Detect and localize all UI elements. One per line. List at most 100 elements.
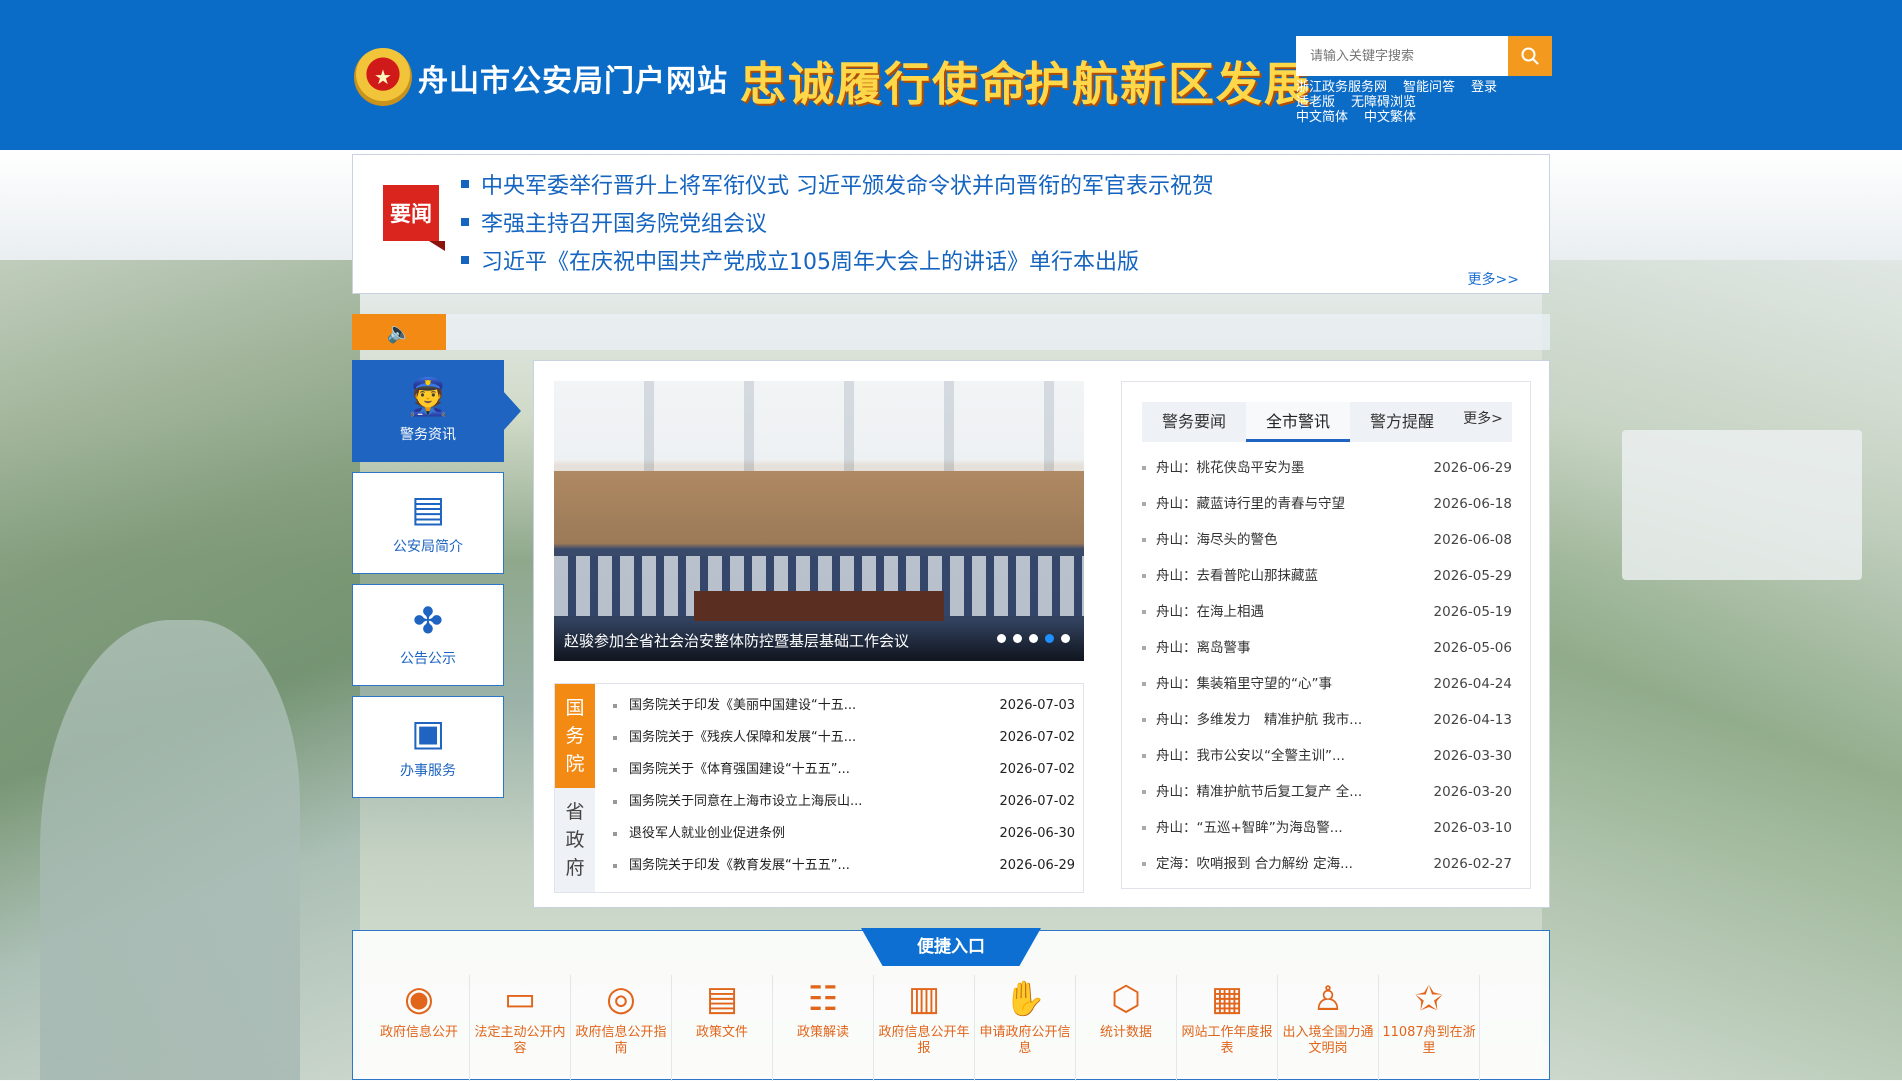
gov-document-row[interactable]: 国务院关于同意在上海市设立上海辰山... 2026-07-02 [611,786,1075,818]
police-news-row[interactable]: 舟山：集装箱里守望的“心”事 2026-04-24 [1142,666,1512,702]
police-news-title: 舟山：桃花侠岛平安为墨 [1142,450,1305,486]
police-news-date: 2026-02-27 [1433,856,1512,872]
police-news-more-link[interactable]: 更多> [1454,402,1512,442]
police-news-title: 舟山：“五巡+智眸”为海岛警... [1142,810,1343,846]
carousel-dot[interactable] [1013,634,1022,643]
headline-news-item[interactable]: 中央军委举行晋升上将军衔仪式 习近平颁发命令状并向晋衔的军官表示祝贺 [461,165,1214,203]
quick-access-item[interactable]: ▤ 政策文件 [672,975,773,1081]
quick-access-icon: ⬡ [1111,979,1141,1019]
headline-news: 要闻 中央军委举行晋升上将军衔仪式 习近平颁发命令状并向晋衔的军官表示祝贺 李强… [352,154,1550,294]
quick-access-icon: ▥ [907,979,941,1019]
search-input[interactable] [1296,36,1508,76]
police-news-date: 2026-04-24 [1433,676,1512,692]
background-building [1622,430,1862,580]
quick-access-label: 统计数据 [1099,1025,1152,1040]
police-news-list: 舟山：桃花侠岛平安为墨 2026-06-29 舟山：藏蓝诗行里的青春与守望 2026-… [1142,450,1512,882]
quick-access-item[interactable]: ☷ 政策解读 [773,975,874,1081]
link-login[interactable]: 登录 [1471,80,1497,95]
gov-documents-box: 国务院 省政府 国务院关于印发《美丽中国建设“十五... 2026-07-03 国务… [554,683,1084,893]
police-news-date: 2026-06-18 [1433,496,1512,512]
quick-access-item[interactable]: ▭ 法定主动公开内容 [470,975,571,1081]
tab-police-alerts[interactable]: 警方提醒 [1350,402,1454,442]
sidebar-item-label: 办事服务 [400,763,456,779]
gov-document-row[interactable]: 国务院关于印发《美丽中国建设“十五... 2026-07-03 [611,690,1075,722]
slogan-right: 护航新区发展 [1024,57,1312,111]
quick-access-label: 政府信息公开年报 [878,1025,970,1056]
sidebar-item-label: 公告公示 [400,651,456,667]
sidebar-item-announcements[interactable]: ✤ 公告公示 [352,584,504,686]
police-officer-icon: 👮 [405,377,451,418]
quick-access-label: 政策文件 [695,1025,748,1040]
tab-city-police-news[interactable]: 全市警讯 [1246,402,1350,442]
carousel-dot[interactable] [997,634,1006,643]
tab-police-headlines[interactable]: 警务要闻 [1142,402,1246,442]
quick-access-item[interactable]: ✩ 11087舟到在浙里 [1379,975,1480,1081]
quick-access-icon: ✩ [1414,979,1444,1019]
gov-document-title: 国务院关于《残疾人保障和发展“十五... [611,722,856,754]
link-elderly-version[interactable]: 适老版 [1296,95,1335,110]
tab-label-char: 省 [565,801,585,823]
link-simplified-chinese[interactable]: 中文简体 [1296,110,1348,125]
quick-access-label: 11087舟到在浙里 [1382,1025,1476,1056]
tab-provincial-government[interactable]: 省政府 [555,788,595,892]
site-header: ★ 舟山市公安局门户网站 忠诚履行使命 护航新区发展 浙江政务服务网 智能问答 登录… [0,0,1902,150]
site-title[interactable]: 舟山市公安局门户网站 [418,56,728,100]
gov-document-row[interactable]: 国务院关于《体育强国建设“十五五”... 2026-07-02 [611,754,1075,786]
police-news-row[interactable]: 舟山：在海上相遇 2026-05-19 [1142,594,1512,630]
link-zj-gov-service[interactable]: 浙江政务服务网 [1296,80,1387,95]
quick-access-label: 出入境全国力通文明岗 [1282,1025,1374,1056]
quick-access-item[interactable]: ◎ 政府信息公开指南 [571,975,672,1081]
gov-document-row[interactable]: 国务院关于印发《教育发展“十五五”... 2026-06-29 [611,850,1075,882]
police-news-row[interactable]: 定海：吹哨报到 合力解纷 定海... 2026-02-27 [1142,846,1512,882]
sidebar-item-services[interactable]: ▣ 办事服务 [352,696,504,798]
police-news-date: 2026-03-10 [1433,820,1512,836]
link-accessible-browse[interactable]: 无障碍浏览 [1351,95,1416,110]
quick-access-item[interactable]: ♙ 出入境全国力通文明岗 [1278,975,1379,1081]
sidebar-item-label: 警务资讯 [400,427,456,443]
gov-document-row[interactable]: 国务院关于《残疾人保障和发展“十五... 2026-07-02 [611,722,1075,754]
headline-news-item[interactable]: 习近平《在庆祝中国共产党成立105周年大会上的讲话》单行本出版 [461,241,1214,279]
police-news-row[interactable]: 舟山：桃花侠岛平安为墨 2026-06-29 [1142,450,1512,486]
police-news-row[interactable]: 舟山：精准护航节后复工复产 全... 2026-03-20 [1142,774,1512,810]
quick-access-item[interactable]: ⬡ 统计数据 [1076,975,1177,1081]
top-links: 浙江政务服务网 智能问答 登录 适老版 无障碍浏览 中文简体 中文繁体 [1296,80,1556,125]
police-news-row[interactable]: 舟山：多维发力 精准护航 我市... 2026-04-13 [1142,702,1512,738]
speaker-icon[interactable]: 🔈 [352,314,446,350]
quick-access-label: 法定主动公开内容 [474,1025,566,1056]
quick-access-item[interactable]: ▦ 网站工作年度报表 [1177,975,1278,1081]
sidebar-item-police-info[interactable]: 👮 警务资讯 [352,360,521,462]
carousel-image-ceiling [554,381,1084,471]
headline-news-list: 中央军委举行晋升上将军衔仪式 习近平颁发命令状并向晋衔的军官表示祝贺 李强主持召… [461,165,1214,279]
headline-news-item[interactable]: 李强主持召开国务院党组会议 [461,203,1214,241]
link-traditional-chinese[interactable]: 中文繁体 [1364,110,1416,125]
police-news-row[interactable]: 舟山：我市公安以“全警主训”... 2026-03-30 [1142,738,1512,774]
search-button[interactable] [1508,36,1552,76]
news-carousel[interactable]: 赵骏参加全省社会治安整体防控暨基层基础工作会议 [554,381,1084,661]
sidebar-item-bureau-intro[interactable]: ▤ 公安局简介 [352,472,504,574]
carousel-dots [997,634,1070,643]
carousel-dot[interactable] [1029,634,1038,643]
police-news-title: 舟山：在海上相遇 [1142,594,1264,630]
police-emblem-icon: ★ [354,48,412,106]
police-news-row[interactable]: 舟山：“五巡+智眸”为海岛警... 2026-03-10 [1142,810,1512,846]
tab-state-council[interactable]: 国务院 [555,684,595,788]
quick-access-icon: ◎ [606,979,636,1019]
quick-access-icon: ▦ [1210,979,1244,1019]
police-news-title: 舟山：离岛警事 [1142,630,1251,666]
police-news-row[interactable]: 舟山：藏蓝诗行里的青春与守望 2026-06-18 [1142,486,1512,522]
police-news-row[interactable]: 舟山：去看普陀山那抹藏蓝 2026-05-29 [1142,558,1512,594]
gov-document-row[interactable]: 退役军人就业创业促进条例 2026-06-30 [611,818,1075,850]
quick-access-label: 网站工作年度报表 [1181,1025,1273,1056]
carousel-dot[interactable] [1045,634,1054,643]
link-smart-qa[interactable]: 智能问答 [1403,80,1455,95]
quick-access-item[interactable]: ✋ 申请政府公开信息 [975,975,1076,1081]
headline-news-more-link[interactable]: 更多>> [1468,269,1519,289]
police-news-row[interactable]: 舟山：离岛警事 2026-05-06 [1142,630,1512,666]
quick-access-label: 政府信息公开 [379,1025,458,1040]
quick-access-item[interactable]: ◉ 政府信息公开 [369,975,470,1081]
document-icon: ▤ [410,489,445,530]
gov-document-title: 国务院关于印发《教育发展“十五五”... [611,850,850,882]
carousel-dot[interactable] [1061,634,1070,643]
quick-access-item[interactable]: ▥ 政府信息公开年报 [874,975,975,1081]
police-news-row[interactable]: 舟山：海尽头的警色 2026-06-08 [1142,522,1512,558]
